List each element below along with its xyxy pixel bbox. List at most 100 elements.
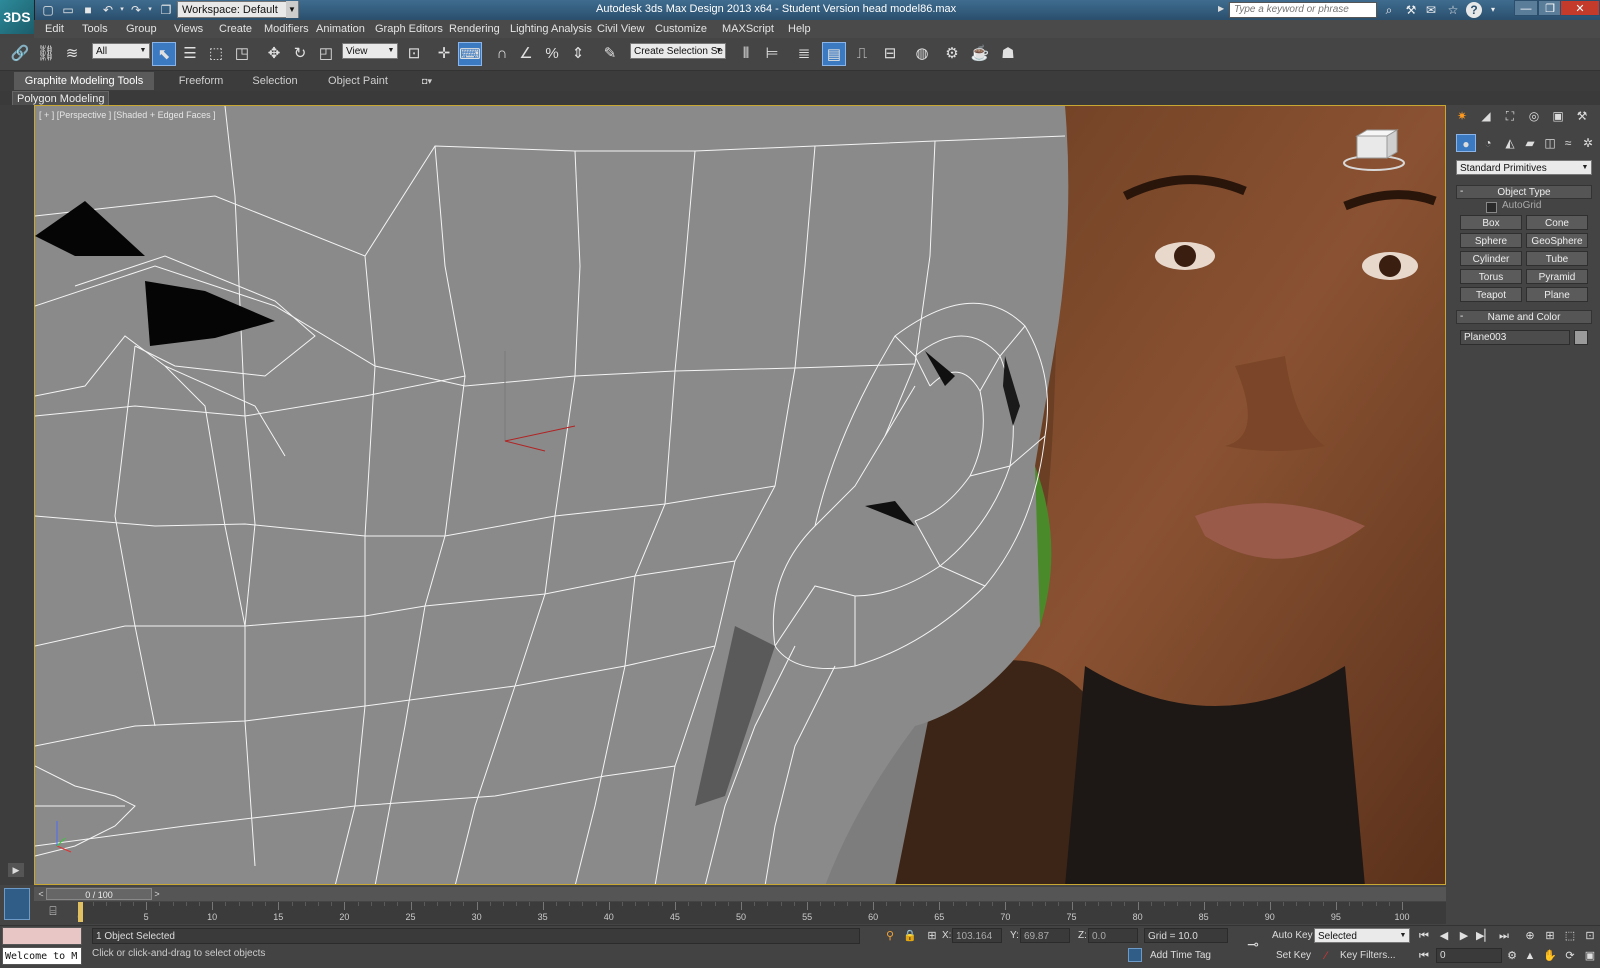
go-to-start-icon[interactable]: ⏮ xyxy=(1416,928,1432,944)
shapes-icon[interactable]: ◔ xyxy=(1478,134,1498,152)
graphite-toggle-icon[interactable]: ▤ xyxy=(822,42,846,66)
angle-snap-icon[interactable]: ∠ xyxy=(514,42,538,66)
maximize-viewport-icon[interactable]: ▣ xyxy=(1582,948,1598,964)
track-bar[interactable] xyxy=(80,902,1446,924)
z-coordinate-field[interactable]: 0.0 xyxy=(1088,928,1138,943)
chevron-down-icon[interactable]: ▼ xyxy=(714,43,724,59)
modify-tab-icon[interactable]: ◢ xyxy=(1476,107,1496,125)
isolate-selection-icon[interactable]: ⚲ xyxy=(882,928,898,944)
menu-help[interactable]: Help xyxy=(788,20,811,38)
add-time-tag[interactable]: Add Time Tag xyxy=(1150,950,1211,961)
open-file-icon[interactable]: ▭ xyxy=(60,2,76,18)
utilities-tab-icon[interactable]: ⚒ xyxy=(1572,107,1592,125)
bind-space-warp-icon[interactable]: ≋ xyxy=(60,42,84,66)
display-tab-icon[interactable]: ▣ xyxy=(1548,107,1568,125)
perspective-viewport[interactable]: [ + ] [Perspective ] [Shaded + Edged Fac… xyxy=(34,105,1446,885)
primitive-category-dropdown[interactable]: Standard Primitives xyxy=(1456,160,1592,175)
menu-tools[interactable]: Tools xyxy=(82,20,108,38)
spinner-snap-icon[interactable]: ⇕ xyxy=(566,42,590,66)
mini-curve-editor-toggle[interactable] xyxy=(4,888,30,920)
autogrid-checkbox[interactable] xyxy=(1486,202,1497,213)
current-frame-field[interactable] xyxy=(1436,948,1502,963)
select-and-scale-icon[interactable]: ◰ xyxy=(314,42,338,66)
layer-manager-icon[interactable]: ≣ xyxy=(792,42,816,66)
menu-maxscript[interactable]: MAXScript xyxy=(722,20,774,38)
hierarchy-tab-icon[interactable]: ⛶ xyxy=(1500,107,1520,125)
chevron-down-icon[interactable]: ▼ xyxy=(1580,160,1590,175)
chevron-left-icon[interactable]: < xyxy=(36,888,46,900)
save-file-icon[interactable]: ■ xyxy=(80,2,96,18)
time-slider[interactable] xyxy=(34,887,1446,901)
zoom-all-icon[interactable]: ⊞ xyxy=(1542,928,1558,944)
expand-search-icon[interactable]: ▶ xyxy=(1218,4,1226,16)
material-editor-icon[interactable]: ◍ xyxy=(910,42,934,66)
chevron-down-icon[interactable]: ▼ xyxy=(286,1,298,18)
menu-modifiers[interactable]: Modifiers xyxy=(264,20,309,38)
minimize-button[interactable]: — xyxy=(1514,0,1538,16)
time-slider-thumb[interactable]: 0 / 100 xyxy=(46,888,152,900)
go-to-end-icon[interactable]: ⏭ xyxy=(1496,928,1512,944)
pan-view-icon[interactable]: ✋ xyxy=(1542,948,1558,964)
field-of-view-icon[interactable]: ▲ xyxy=(1522,948,1538,964)
workspace-dropdown[interactable]: Workspace: Default xyxy=(177,1,299,18)
curve-editor-icon[interactable]: ⎍ xyxy=(850,42,874,66)
keyboard-shortcut-override-icon[interactable]: ⌨ xyxy=(458,42,482,66)
snaps-toggle-icon[interactable]: ∩ xyxy=(490,42,514,66)
systems-icon[interactable]: ✲ xyxy=(1578,134,1598,152)
tab-freeform[interactable]: Freeform xyxy=(166,72,236,90)
time-configuration-icon[interactable]: ⚙ xyxy=(1504,948,1520,964)
previous-frame-icon[interactable]: ◀ xyxy=(1436,928,1452,944)
window-crossing-icon[interactable]: ◳ xyxy=(230,42,254,66)
pyramid-button[interactable]: Pyramid xyxy=(1526,269,1588,284)
lights-icon[interactable]: ◭ xyxy=(1500,134,1520,152)
menu-customize[interactable]: Customize xyxy=(655,20,707,38)
menu-views[interactable]: Views xyxy=(174,20,203,38)
collapse-icon[interactable]: - xyxy=(1460,185,1468,199)
absolute-mode-icon[interactable]: ⊞ xyxy=(924,928,940,944)
current-frame-marker[interactable] xyxy=(78,902,83,922)
select-and-manipulate-icon[interactable]: ✛ xyxy=(432,42,456,66)
menu-lighting-analysis[interactable]: Lighting Analysis xyxy=(510,20,592,38)
collapse-icon[interactable]: - xyxy=(1460,310,1468,324)
communication-center-icon[interactable]: ✉ xyxy=(1422,1,1440,19)
next-frame-icon[interactable]: ▶▏ xyxy=(1476,928,1493,944)
box-button[interactable]: Box xyxy=(1460,215,1522,230)
track-bar-filter-icon[interactable]: ⌸ xyxy=(42,904,64,920)
percent-snap-icon[interactable]: % xyxy=(540,42,564,66)
menu-graph-editors[interactable]: Graph Editors xyxy=(375,20,443,38)
play-icon[interactable]: ▶ xyxy=(1456,928,1472,944)
torus-button[interactable]: Torus xyxy=(1460,269,1522,284)
cylinder-button[interactable]: Cylinder xyxy=(1460,251,1522,266)
schematic-view-icon[interactable]: ⊟ xyxy=(878,42,902,66)
name-and-color-rollout[interactable]: Name and Color xyxy=(1456,310,1592,324)
menu-civil-view[interactable]: Civil View xyxy=(597,20,644,38)
chevron-down-icon[interactable]: ▼ xyxy=(138,43,148,59)
named-selection-dropdown[interactable]: Create Selection Se xyxy=(630,43,726,59)
ribbon-options-icon[interactable]: ◘▾ xyxy=(416,72,438,90)
object-type-rollout[interactable]: Object Type xyxy=(1456,185,1592,199)
binoculars-icon[interactable]: ⌕ xyxy=(1380,1,1398,19)
select-and-link-icon[interactable]: 🔗 xyxy=(8,42,32,66)
play-mini-icon[interactable]: ▶ xyxy=(8,863,24,877)
selection-lock-icon[interactable]: 🔒 xyxy=(902,928,918,944)
cone-button[interactable]: Cone xyxy=(1526,215,1588,230)
menu-animation[interactable]: Animation xyxy=(316,20,365,38)
zoom-extents-icon[interactable]: ⬚ xyxy=(1562,928,1578,944)
redo-dropdown-icon[interactable]: ▾ xyxy=(142,2,158,18)
edit-named-selection-icon[interactable]: ✎ xyxy=(598,42,622,66)
set-key-icon[interactable]: ⊸ xyxy=(1240,936,1266,956)
maxscript-mini-listener[interactable]: Welcome to M xyxy=(2,947,82,965)
x-coordinate-field[interactable]: 103.164 xyxy=(952,928,1002,943)
menu-edit[interactable]: Edit xyxy=(45,20,64,38)
space-warps-icon[interactable]: ≈ xyxy=(1558,134,1578,152)
chevron-down-icon[interactable]: ▼ xyxy=(386,43,396,59)
y-coordinate-field[interactable]: 69.87 xyxy=(1020,928,1070,943)
chevron-right-icon[interactable]: > xyxy=(152,888,162,900)
select-and-move-icon[interactable]: ✥ xyxy=(262,42,286,66)
viewport-label[interactable]: [ + ] [Perspective ] [Shaded + Edged Fac… xyxy=(39,110,216,120)
unlink-selection-icon[interactable]: ⛓ xyxy=(34,42,58,66)
sphere-button[interactable]: Sphere xyxy=(1460,233,1522,248)
mirror-icon[interactable]: ⫴ xyxy=(734,42,758,66)
rendered-frame-window-icon[interactable]: ☕ xyxy=(968,42,992,66)
maxscript-mini-listener-top[interactable] xyxy=(2,927,82,945)
